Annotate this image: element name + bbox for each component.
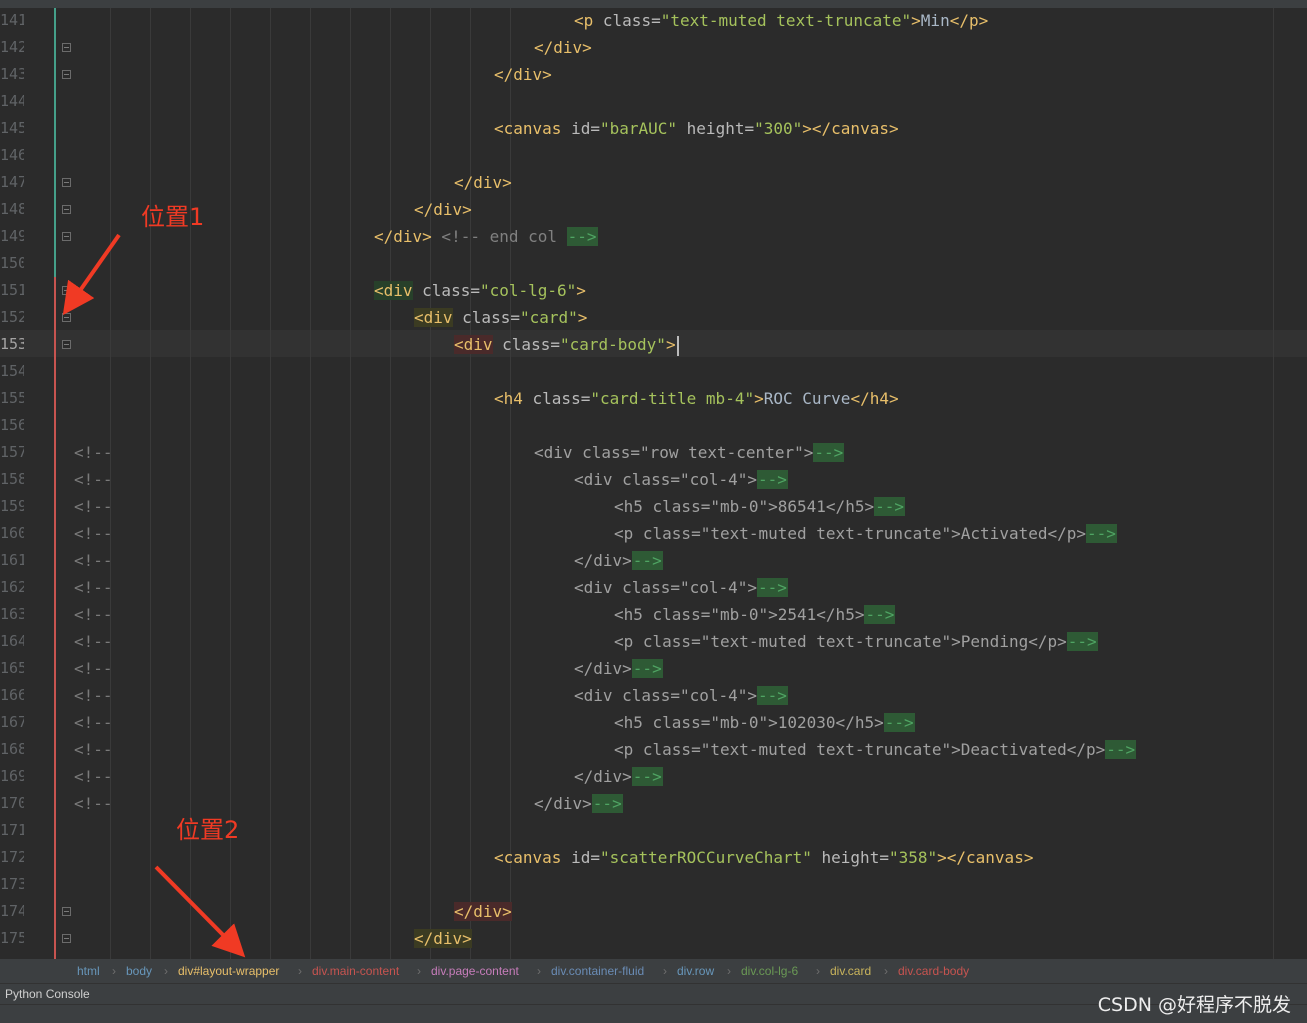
annotation-arrows (62, 233, 246, 958)
breadcrumb-separator-icon: › (164, 964, 168, 978)
watermark: CSDN @好程序不脱发 (1097, 994, 1291, 1016)
breadcrumb-item[interactable]: div.page-content (431, 959, 519, 983)
breadcrumb-separator-icon: › (663, 964, 667, 978)
breadcrumb-item[interactable]: div#layout-wrapper (178, 959, 279, 983)
breadcrumb-separator-icon: › (727, 964, 731, 978)
code-editor[interactable]: 141 142 143 144 145 146 147 148 149 150 151 152 153 1… (0, 0, 1307, 959)
breadcrumb-item[interactable]: div.col-lg-6 (741, 959, 798, 983)
breadcrumb-separator-icon: › (298, 964, 302, 978)
breadcrumb-separator-icon: › (112, 964, 116, 978)
breadcrumb-item[interactable]: div.container-fluid (551, 959, 644, 983)
python-console-tab[interactable]: Python Console (5, 984, 90, 1004)
breadcrumb-separator-icon: › (537, 964, 541, 978)
arrow-to-gutter-icon (62, 233, 121, 316)
breadcrumb-item[interactable]: div.card-body (898, 959, 969, 983)
breadcrumb-separator-icon: › (884, 964, 888, 978)
breadcrumb-item[interactable]: div.card (830, 959, 871, 983)
breadcrumb-item[interactable]: div.main-content (312, 959, 399, 983)
breadcrumb-item[interactable]: body (126, 959, 152, 983)
arrow-to-breadcrumb (154, 865, 246, 958)
breadcrumb-separator-icon: › (417, 964, 421, 978)
breadcrumb-item[interactable]: div.row (677, 959, 714, 983)
breadcrumb-item[interactable]: html (77, 959, 100, 983)
breadcrumb[interactable]: html › body › div#layout-wrapper › div.main-co… (0, 959, 1307, 983)
breadcrumb-separator-icon: › (816, 964, 820, 978)
tool-window-bar: Python Console CSDN @好程序不脱发 (0, 983, 1307, 1023)
